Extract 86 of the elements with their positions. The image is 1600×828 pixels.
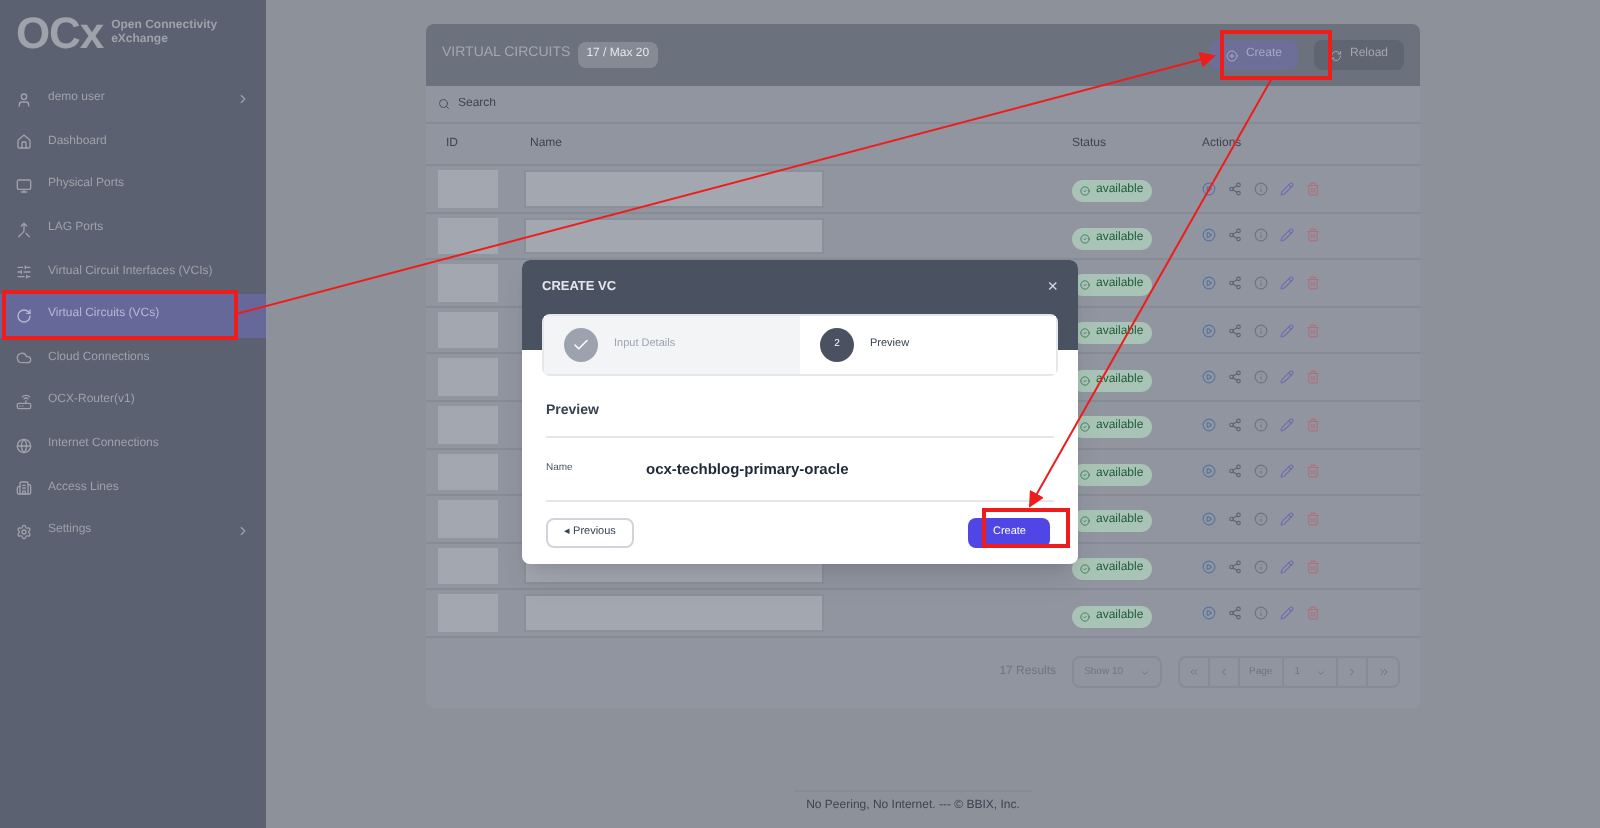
play-icon[interactable]: [1202, 417, 1216, 432]
trash-icon[interactable]: [1306, 323, 1320, 338]
edit-icon[interactable]: [1280, 275, 1294, 290]
info-icon[interactable]: [1254, 181, 1268, 196]
edit-icon[interactable]: [1280, 464, 1294, 479]
close-button[interactable]: ×: [1047, 278, 1058, 296]
play-icon[interactable]: [1202, 464, 1216, 479]
search-icon: [438, 98, 450, 110]
edit-icon[interactable]: [1280, 559, 1294, 574]
chevron-icon: [236, 524, 250, 539]
nodes-icon[interactable]: [1228, 606, 1242, 621]
redacted-block: [438, 453, 498, 491]
play-icon[interactable]: [1202, 275, 1216, 290]
nodes-icon[interactable]: [1228, 511, 1242, 526]
user-icon: [16, 91, 32, 108]
edit-icon[interactable]: [1280, 181, 1294, 196]
check-icon: [1080, 328, 1090, 339]
cloud-icon: [16, 350, 32, 367]
trash-icon[interactable]: [1306, 417, 1320, 432]
redacted-block: [438, 264, 498, 302]
info-icon[interactable]: [1254, 228, 1268, 243]
play-icon[interactable]: [1202, 606, 1216, 621]
refresh-icon: [16, 307, 32, 324]
info-icon[interactable]: [1254, 606, 1268, 621]
home-icon: [16, 134, 32, 151]
nodes-icon[interactable]: [1228, 275, 1242, 290]
trash-icon[interactable]: [1306, 275, 1320, 290]
nodes-icon[interactable]: [1228, 559, 1242, 574]
merge-icon: [16, 221, 32, 238]
brand-logo: OCx: [16, 12, 104, 56]
play-icon[interactable]: [1202, 511, 1216, 526]
info-icon[interactable]: [1254, 323, 1268, 338]
info-icon[interactable]: [1254, 464, 1268, 479]
play-icon[interactable]: [1202, 181, 1216, 196]
edit-icon[interactable]: [1280, 511, 1294, 526]
edit-icon[interactable]: [1280, 370, 1294, 385]
trash-icon[interactable]: [1306, 370, 1320, 385]
building-icon: [16, 480, 32, 497]
nodes-icon[interactable]: [1228, 181, 1242, 196]
check-icon: [1080, 280, 1090, 291]
edit-icon[interactable]: [1280, 606, 1294, 621]
check-icon: [1080, 422, 1090, 433]
trash-icon[interactable]: [1306, 559, 1320, 574]
check-icon: [1080, 516, 1090, 527]
info-icon[interactable]: [1254, 275, 1268, 290]
nodes-icon[interactable]: [1228, 417, 1242, 432]
trash-icon[interactable]: [1306, 464, 1320, 479]
nodes-icon[interactable]: [1228, 370, 1242, 385]
trash-icon[interactable]: [1306, 511, 1320, 526]
router-icon: [16, 393, 32, 410]
double-chevron-icon: [1377, 666, 1389, 679]
plus-icon: [1225, 49, 1238, 61]
check-icon: [1080, 611, 1090, 622]
redacted-block: [438, 547, 498, 585]
check-icon: [1080, 469, 1090, 480]
nodes-icon[interactable]: [1228, 464, 1242, 479]
settings-icon: [16, 523, 32, 540]
play-icon[interactable]: [1202, 228, 1216, 243]
check-icon: [572, 336, 590, 354]
check-icon: [1080, 564, 1090, 575]
play-icon[interactable]: [1202, 323, 1216, 338]
redacted-block: [438, 405, 498, 444]
globe-icon: [16, 437, 32, 454]
check-icon: [1080, 375, 1090, 386]
info-icon[interactable]: [1254, 559, 1268, 574]
edit-icon[interactable]: [1280, 417, 1294, 432]
chevron-icon: [236, 92, 250, 107]
play-icon[interactable]: [1202, 370, 1216, 385]
trash-icon[interactable]: [1306, 228, 1320, 243]
redacted-block: [438, 217, 498, 255]
monitor-icon: [16, 177, 32, 194]
check-icon: [1080, 233, 1090, 244]
check-icon: [1080, 186, 1090, 197]
edit-icon[interactable]: [1280, 323, 1294, 338]
nodes-icon[interactable]: [1228, 228, 1242, 243]
trash-icon[interactable]: [1306, 181, 1320, 196]
refresh-icon: [1329, 49, 1342, 61]
nodes-icon[interactable]: [1228, 323, 1242, 338]
sliders-icon: [16, 264, 32, 281]
info-icon[interactable]: [1254, 370, 1268, 385]
info-icon[interactable]: [1254, 417, 1268, 432]
edit-icon[interactable]: [1280, 228, 1294, 243]
trash-icon[interactable]: [1306, 606, 1320, 621]
play-icon[interactable]: [1202, 559, 1216, 574]
redacted-block: [438, 311, 498, 349]
info-icon[interactable]: [1254, 511, 1268, 526]
